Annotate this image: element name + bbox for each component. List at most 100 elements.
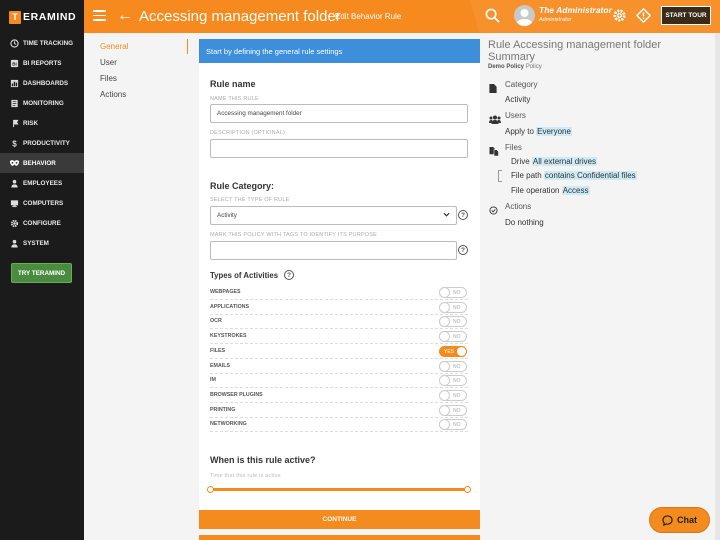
- summary-actions-head: Actions: [505, 202, 532, 211]
- sidebar-item-label: PRODUCTIVITY: [23, 139, 70, 147]
- activity-toggle[interactable]: NO: [439, 419, 467, 431]
- svg-text:BI: BI: [12, 61, 17, 66]
- sidebar-item-label: BEHAVIOR: [23, 159, 56, 167]
- sidebar-item-productivity[interactable]: $ PRODUCTIVITY: [0, 133, 84, 153]
- sidebar-item-label: DASHBOARDS: [23, 79, 69, 87]
- gear-icon: [7, 219, 21, 228]
- page-scrollbar[interactable]: [715, 33, 720, 540]
- summary-actions-value: Do nothing: [505, 218, 544, 227]
- toggle-knob: [439, 360, 450, 372]
- secondary-button[interactable]: [199, 535, 480, 540]
- continue-button[interactable]: CONTINUE: [199, 510, 480, 529]
- logo-word: ERAMIND: [23, 11, 77, 23]
- files-icon: [489, 143, 499, 161]
- toggle-state-label: NO: [453, 334, 461, 341]
- summary-users-prefix: Apply to: [505, 127, 534, 136]
- user-role: Administrator: [539, 17, 572, 23]
- alert-diamond-icon[interactable]: [635, 7, 652, 28]
- rule-type-select[interactable]: Activity: [210, 206, 457, 225]
- toggle-state-label: NO: [453, 422, 461, 429]
- activity-toggle[interactable]: NO: [439, 360, 467, 372]
- summary-files-path-value[interactable]: contains Confidential files: [543, 171, 637, 180]
- chevron-down-icon: [443, 212, 450, 219]
- back-arrow-icon[interactable]: ←: [117, 7, 133, 25]
- chat-label: Chat: [677, 515, 697, 525]
- range-end-handle[interactable]: [464, 486, 471, 493]
- sidebar-item-configure[interactable]: CONFIGURE: [0, 213, 84, 233]
- type-field-label: SELECT THE TYPE OF RULE: [210, 197, 290, 203]
- summary-files-path: File path contains Confidential files: [511, 171, 637, 180]
- sidebar-item-employees[interactable]: EMPLOYEES: [0, 173, 84, 193]
- summary-files-head: Files: [505, 143, 522, 152]
- chat-button[interactable]: Chat: [649, 507, 710, 533]
- user-name[interactable]: The Administrator: [539, 5, 612, 15]
- nav-user[interactable]: User: [100, 58, 117, 67]
- active-time-range-slider[interactable]: [207, 486, 471, 493]
- sidebar-item-bi-reports[interactable]: BI BI REPORTS: [0, 53, 84, 73]
- search-icon[interactable]: [485, 8, 500, 28]
- summary-policy: Demo Policy Policy: [488, 64, 542, 70]
- summary-files-operation-value[interactable]: Access: [561, 186, 590, 195]
- summary-category-value: Activity: [505, 95, 531, 104]
- sidebar-item-label: COMPUTERS: [23, 199, 64, 207]
- range-start-handle[interactable]: [207, 486, 214, 493]
- activities-help-icon[interactable]: ?: [284, 270, 294, 280]
- description-input[interactable]: [210, 139, 468, 158]
- summary-policy-label: Policy: [525, 64, 542, 70]
- try-teramind-button[interactable]: TRY TERAMIND: [11, 263, 72, 283]
- sidebar-item-behavior[interactable]: BEHAVIOR: [0, 153, 84, 173]
- sidebar-item-label: TIME TRACKING: [23, 39, 74, 47]
- summary-files-drive-value[interactable]: All external drives: [531, 157, 598, 166]
- activity-name: FILES: [210, 347, 226, 354]
- activity-toggle[interactable]: NO: [439, 287, 467, 298]
- dollar-icon: $: [7, 139, 21, 147]
- activity-toggle[interactable]: NO: [439, 316, 467, 328]
- sidebar: T ERAMIND TIME TRACKING BI BI REPORTS DA…: [0, 0, 84, 540]
- rule-name-title: Rule name: [210, 79, 256, 89]
- sidebar-item-system[interactable]: SYSTEM: [0, 233, 84, 253]
- toggle-state-label: NO: [453, 392, 461, 399]
- sidebar-item-computers[interactable]: COMPUTERS: [0, 193, 84, 213]
- top-header: ← Accessing management folder Edit Behav…: [84, 0, 720, 33]
- activity-toggle[interactable]: NO: [439, 375, 467, 387]
- summary-title: Rule Accessing management folder Summary: [488, 39, 662, 63]
- type-help-icon[interactable]: ?: [458, 210, 468, 220]
- teramind-logo[interactable]: T ERAMIND: [9, 10, 76, 24]
- nav-files[interactable]: Files: [100, 74, 117, 83]
- toggle-knob: [439, 419, 450, 431]
- activity-name: IM: [210, 377, 216, 384]
- toggle-knob: [439, 287, 450, 298]
- rule-name-input[interactable]: Accessing management folder: [210, 104, 468, 123]
- sidebar-item-time-tracking[interactable]: TIME TRACKING: [0, 33, 84, 53]
- activity-row-im: IM NO: [210, 373, 468, 389]
- settings-gear-icon[interactable]: [612, 8, 627, 28]
- summary-users-head: Users: [505, 111, 526, 120]
- tags-help-icon[interactable]: ?: [458, 245, 468, 255]
- avatar[interactable]: [514, 5, 535, 26]
- sidebar-item-risk[interactable]: RISK: [0, 113, 84, 133]
- start-tour-button[interactable]: START TOUR: [661, 6, 711, 25]
- activity-row-files: FILES YES: [210, 344, 468, 359]
- summary-policy-name: Demo Policy: [488, 64, 525, 70]
- hamburger-menu-icon[interactable]: [93, 10, 106, 21]
- svg-text:$: $: [12, 139, 17, 147]
- summary-users-value[interactable]: Everyone: [536, 127, 572, 136]
- sidebar-item-dashboards[interactable]: DASHBOARDS: [0, 73, 84, 93]
- nav-actions[interactable]: Actions: [100, 90, 126, 99]
- activity-toggle[interactable]: NO: [439, 404, 467, 416]
- system-user-icon: [7, 239, 21, 248]
- summary-files-operation-prefix: File operation: [511, 186, 560, 195]
- activity-toggle[interactable]: NO: [439, 389, 467, 401]
- sidebar-item-monitoring[interactable]: MONITORING: [0, 93, 84, 113]
- bi-reports-icon: BI: [7, 59, 21, 68]
- toggle-knob: [439, 301, 450, 313]
- active-nav-indicator: [187, 39, 188, 54]
- tags-input[interactable]: [210, 241, 457, 260]
- activity-toggle[interactable]: NO: [439, 301, 467, 313]
- sidebar-item-label: MONITORING: [23, 99, 64, 107]
- toggle-knob: [439, 404, 450, 416]
- activity-toggle[interactable]: YES: [439, 345, 467, 357]
- toggle-state-label: YES: [444, 348, 455, 355]
- activity-toggle[interactable]: NO: [439, 331, 467, 343]
- nav-general[interactable]: General: [100, 42, 128, 51]
